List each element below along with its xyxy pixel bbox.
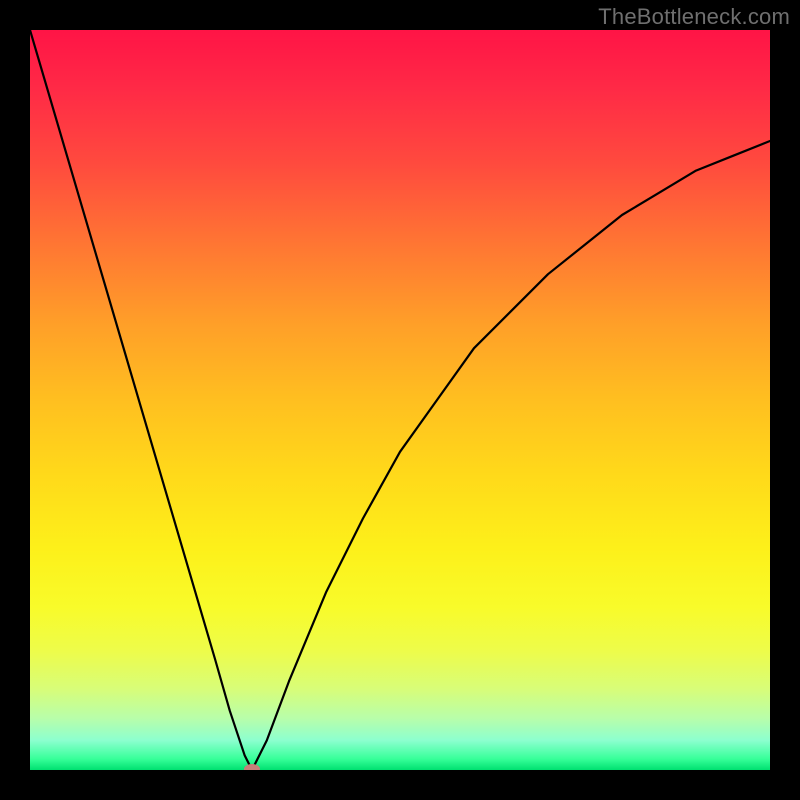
curve-svg xyxy=(30,30,770,770)
plot-area xyxy=(30,30,770,770)
watermark-text: TheBottleneck.com xyxy=(598,4,790,30)
chart-frame: TheBottleneck.com xyxy=(0,0,800,800)
minimum-marker xyxy=(244,764,260,770)
bottleneck-curve-path xyxy=(30,30,770,770)
